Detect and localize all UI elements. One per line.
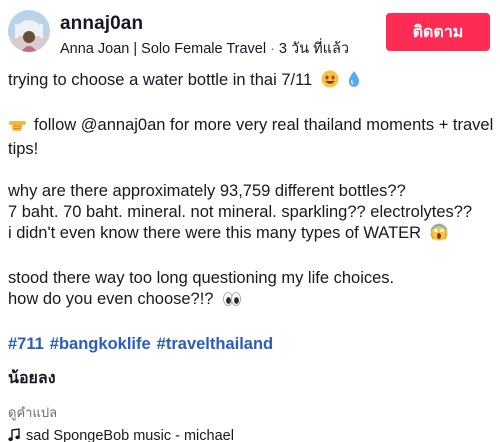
see-translation-link[interactable]: ดูคำแปล xyxy=(8,402,57,423)
caption-title-line: trying to choose a water bottle in thai … xyxy=(8,70,494,94)
post-header: annaj0an Anna Joan | Solo Female Travel ·… xyxy=(8,8,492,57)
drooling-face-icon xyxy=(321,70,339,94)
avatar[interactable] xyxy=(8,10,50,52)
pointing-right-icon xyxy=(8,115,28,139)
author-display-name[interactable]: Anna Joan | Solo Female Travel xyxy=(60,41,266,57)
caption-paragraph-2-line-3: i didn't even know there were this many … xyxy=(8,224,422,242)
music-title: sad SpongeBob music - michael xyxy=(26,428,234,442)
follow-promo-text: follow @annaj0an for more very real thai… xyxy=(8,116,494,158)
eyes-icon xyxy=(222,291,242,313)
follow-promo-line: follow @annaj0an for more very real thai… xyxy=(8,115,494,160)
caption-paragraph-3-line-2: how do you even choose?!? xyxy=(8,290,214,308)
hashtag-list: #711 #bangkoklife #travelthailand xyxy=(8,334,494,355)
music-note-icon xyxy=(8,428,20,442)
caption-paragraph-2-line-2: 7 baht. 70 baht. mineral. not mineral. s… xyxy=(8,203,473,221)
author-subline: Anna Joan | Solo Female Travel · 3 วัน ที่… xyxy=(60,37,349,60)
caption-paragraph-2-line-1: why are there approximately 93,759 diffe… xyxy=(8,182,406,200)
hashtag-link[interactable]: #travelthailand xyxy=(157,335,273,353)
posted-time: 3 วัน ที่แล้ว xyxy=(278,41,350,57)
see-less-button[interactable]: น้อยลง xyxy=(8,366,56,391)
screaming-face-icon xyxy=(430,223,448,247)
subline-separator: · xyxy=(270,41,275,57)
droplet-icon xyxy=(347,70,361,94)
caption-title: trying to choose a water bottle in thai … xyxy=(8,71,313,89)
caption-paragraph-3-line-1: stood there way too long questioning my … xyxy=(8,269,395,287)
caption-paragraph-2-line-3-wrap: i didn't even know there were this many … xyxy=(8,223,494,247)
post-caption: trying to choose a water bottle in thai … xyxy=(8,70,494,355)
hashtag-link[interactable]: #bangkoklife xyxy=(50,335,151,353)
author-username[interactable]: annaj0an xyxy=(60,13,143,35)
caption-paragraph-3-line-2-wrap: how do you even choose?!? xyxy=(8,289,494,313)
avatar-image xyxy=(8,10,50,52)
hashtag-link[interactable]: #711 xyxy=(8,335,44,353)
music-link[interactable]: sad SpongeBob music - michael xyxy=(8,428,234,442)
follow-button[interactable]: ติดตาม xyxy=(386,13,490,51)
